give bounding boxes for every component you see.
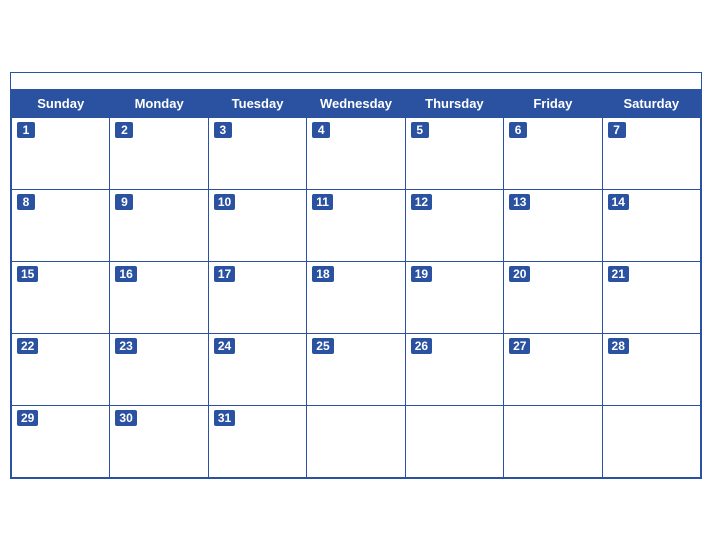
weekday-header-tuesday: Tuesday bbox=[208, 89, 306, 117]
day-number: 2 bbox=[115, 122, 133, 138]
day-number: 4 bbox=[312, 122, 330, 138]
week-row-1: 8 9 10 11 12 13 14 bbox=[12, 189, 701, 261]
day-cell: 21 bbox=[602, 261, 700, 333]
day-number: 8 bbox=[17, 194, 35, 210]
day-cell: 30 bbox=[110, 405, 208, 477]
weekday-header-wednesday: Wednesday bbox=[307, 89, 405, 117]
day-cell: 20 bbox=[504, 261, 602, 333]
day-number: 24 bbox=[214, 338, 235, 354]
day-cell: 26 bbox=[405, 333, 503, 405]
day-cell: 3 bbox=[208, 117, 306, 189]
day-number: 28 bbox=[608, 338, 629, 354]
day-number: 14 bbox=[608, 194, 629, 210]
calendar-tbody: 1234567891011121314151617181920212223242… bbox=[12, 117, 701, 477]
day-number: 10 bbox=[214, 194, 235, 210]
day-cell: 19 bbox=[405, 261, 503, 333]
day-cell: 22 bbox=[12, 333, 110, 405]
calendar-header bbox=[11, 73, 701, 89]
day-number: 18 bbox=[312, 266, 333, 282]
day-cell: 6 bbox=[504, 117, 602, 189]
weekday-header-sunday: Sunday bbox=[12, 89, 110, 117]
day-cell: 1 bbox=[12, 117, 110, 189]
day-number: 5 bbox=[411, 122, 429, 138]
day-number: 16 bbox=[115, 266, 136, 282]
day-cell bbox=[405, 405, 503, 477]
day-number: 29 bbox=[17, 410, 38, 426]
day-cell: 23 bbox=[110, 333, 208, 405]
day-cell: 11 bbox=[307, 189, 405, 261]
day-cell: 29 bbox=[12, 405, 110, 477]
day-cell: 17 bbox=[208, 261, 306, 333]
day-number: 1 bbox=[17, 122, 35, 138]
day-number: 23 bbox=[115, 338, 136, 354]
day-cell: 2 bbox=[110, 117, 208, 189]
day-cell bbox=[307, 405, 405, 477]
day-cell: 8 bbox=[12, 189, 110, 261]
day-number: 20 bbox=[509, 266, 530, 282]
day-cell: 15 bbox=[12, 261, 110, 333]
day-cell: 4 bbox=[307, 117, 405, 189]
weekday-header-monday: Monday bbox=[110, 89, 208, 117]
weekday-header-row: SundayMondayTuesdayWednesdayThursdayFrid… bbox=[12, 89, 701, 117]
day-number: 27 bbox=[509, 338, 530, 354]
day-number: 26 bbox=[411, 338, 432, 354]
day-number: 19 bbox=[411, 266, 432, 282]
week-row-2: 15 16 17 18 19 20 21 bbox=[12, 261, 701, 333]
day-number: 6 bbox=[509, 122, 527, 138]
day-cell: 13 bbox=[504, 189, 602, 261]
day-cell: 16 bbox=[110, 261, 208, 333]
day-cell: 10 bbox=[208, 189, 306, 261]
weekday-header-saturday: Saturday bbox=[602, 89, 700, 117]
day-cell: 25 bbox=[307, 333, 405, 405]
week-row-4: 29 30 31 bbox=[12, 405, 701, 477]
calendar: SundayMondayTuesdayWednesdayThursdayFrid… bbox=[10, 72, 702, 479]
day-number: 15 bbox=[17, 266, 38, 282]
calendar-table: SundayMondayTuesdayWednesdayThursdayFrid… bbox=[11, 89, 701, 478]
day-number: 9 bbox=[115, 194, 133, 210]
day-number: 7 bbox=[608, 122, 626, 138]
day-number: 3 bbox=[214, 122, 232, 138]
day-cell bbox=[504, 405, 602, 477]
day-cell: 9 bbox=[110, 189, 208, 261]
day-cell: 31 bbox=[208, 405, 306, 477]
day-cell: 5 bbox=[405, 117, 503, 189]
day-cell: 24 bbox=[208, 333, 306, 405]
day-number: 17 bbox=[214, 266, 235, 282]
week-row-3: 22 23 24 25 26 27 28 bbox=[12, 333, 701, 405]
week-row-0: 1 2 3 4 5 6 7 bbox=[12, 117, 701, 189]
day-number: 12 bbox=[411, 194, 432, 210]
calendar-thead: SundayMondayTuesdayWednesdayThursdayFrid… bbox=[12, 89, 701, 117]
day-number: 31 bbox=[214, 410, 235, 426]
day-cell bbox=[602, 405, 700, 477]
day-cell: 7 bbox=[602, 117, 700, 189]
day-cell: 28 bbox=[602, 333, 700, 405]
day-cell: 12 bbox=[405, 189, 503, 261]
day-number: 25 bbox=[312, 338, 333, 354]
day-cell: 18 bbox=[307, 261, 405, 333]
weekday-header-thursday: Thursday bbox=[405, 89, 503, 117]
day-cell: 14 bbox=[602, 189, 700, 261]
day-cell: 27 bbox=[504, 333, 602, 405]
day-number: 22 bbox=[17, 338, 38, 354]
day-number: 11 bbox=[312, 194, 333, 210]
day-number: 30 bbox=[115, 410, 136, 426]
day-number: 13 bbox=[509, 194, 530, 210]
day-number: 21 bbox=[608, 266, 629, 282]
weekday-header-friday: Friday bbox=[504, 89, 602, 117]
